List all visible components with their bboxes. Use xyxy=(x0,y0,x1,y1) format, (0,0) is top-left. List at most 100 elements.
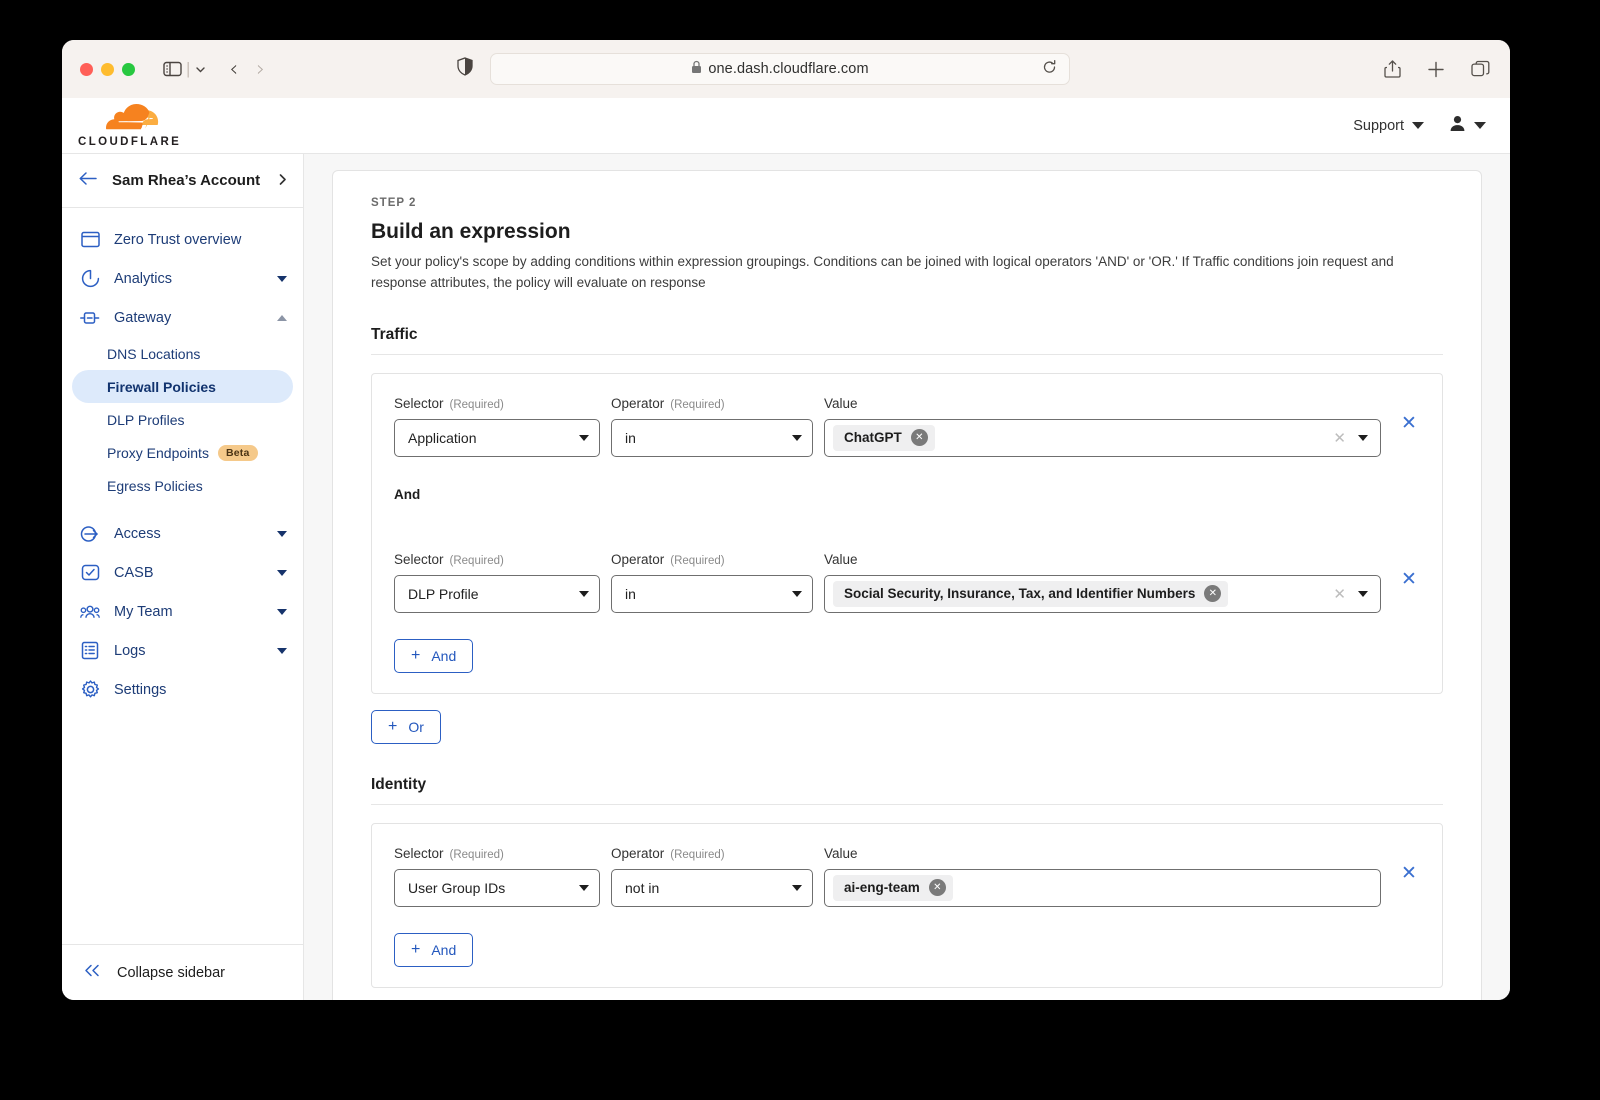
address-bar[interactable]: one.dash.cloudflare.com xyxy=(490,53,1070,85)
sidebar-item-zero-trust-overview[interactable]: Zero Trust overview xyxy=(62,220,303,259)
remove-condition-button[interactable]: ✕ xyxy=(1398,412,1420,440)
arrow-left-icon[interactable] xyxy=(78,171,98,190)
browser-window: | ‹ › one.dash.cloudflare.com CLOUDFLARE… xyxy=(62,40,1510,1000)
close-icon[interactable]: ✕ xyxy=(910,429,928,447)
close-window-button[interactable] xyxy=(80,62,93,76)
sidebar-item-label: Gateway xyxy=(114,309,172,326)
sidebar-item-dns-locations[interactable]: DNS Locations xyxy=(72,337,293,370)
add-and-button[interactable]: + And xyxy=(394,932,474,967)
sidebar-item-settings[interactable]: Settings xyxy=(62,670,303,709)
selector-label-text: Selector xyxy=(394,845,444,861)
sidebar-item-logs[interactable]: Logs xyxy=(62,631,303,670)
chevron-down-icon xyxy=(579,590,589,597)
value-chip-label: ChatGPT xyxy=(844,430,902,446)
maximize-window-button[interactable] xyxy=(122,62,135,76)
shield-icon[interactable] xyxy=(457,57,473,81)
sidebar-item-analytics[interactable]: Analytics xyxy=(62,259,303,298)
operator-dropdown[interactable]: in xyxy=(611,574,813,613)
step-label: STEP 2 xyxy=(371,197,417,209)
casb-icon xyxy=(80,563,100,583)
account-switcher[interactable]: Sam Rhea’s Account xyxy=(62,154,303,208)
section-heading-traffic: Traffic xyxy=(371,326,1443,355)
gateway-icon xyxy=(80,308,100,328)
chevron-down-icon xyxy=(1412,122,1424,129)
sidebar-item-gateway[interactable]: Gateway xyxy=(62,298,303,337)
operator-field-label: Operator (Required) xyxy=(611,396,813,411)
sidebar: Sam Rhea’s Account Zero Trust overview A… xyxy=(62,154,304,1000)
selector-dropdown[interactable]: DLP Profile xyxy=(394,574,600,613)
value-label-text: Value xyxy=(824,845,858,861)
tab-overview-icon[interactable] xyxy=(1471,60,1490,78)
operator-value: in xyxy=(625,429,636,446)
chevron-down-icon[interactable] xyxy=(1358,434,1368,441)
account-menu-button[interactable] xyxy=(1448,114,1486,138)
value-multiselect[interactable]: Social Security, Insurance, Tax, and Ide… xyxy=(824,574,1381,613)
add-or-button[interactable]: + Or xyxy=(371,709,441,744)
add-and-label: And xyxy=(431,941,457,958)
reload-icon[interactable] xyxy=(1042,60,1057,79)
sidebar-item-my-team[interactable]: My Team xyxy=(62,592,303,631)
value-multiselect[interactable]: ai-eng-team ✕ xyxy=(824,868,1381,907)
sidebar-item-egress-policies[interactable]: Egress Policies xyxy=(72,469,293,502)
team-icon xyxy=(80,602,100,622)
sidebar-item-label: CASB xyxy=(114,564,154,581)
add-and-wrapper: + And xyxy=(394,932,1420,967)
value-controls: ✕ xyxy=(1333,585,1372,603)
condition-row: Selector (Required) User Group IDs Opera… xyxy=(394,846,1420,907)
chevron-down-icon[interactable] xyxy=(194,63,207,76)
value-label-text: Value xyxy=(824,551,858,567)
sidebar-item-label: My Team xyxy=(114,603,173,620)
selector-field: Selector (Required) Application xyxy=(394,396,600,457)
operator-dropdown[interactable]: in xyxy=(611,418,813,457)
app-header: CLOUDFLARE Support xyxy=(62,98,1510,154)
chevron-down-icon xyxy=(792,884,802,891)
clear-icon[interactable]: ✕ xyxy=(1333,429,1346,447)
status-badge: Beta xyxy=(217,444,258,461)
selector-value: Application xyxy=(408,429,477,446)
sidebar-item-dlp-profiles[interactable]: DLP Profiles xyxy=(72,403,293,436)
chevron-left-icon[interactable]: ‹ xyxy=(229,57,238,82)
account-name: Sam Rhea’s Account xyxy=(112,172,261,189)
value-chip[interactable]: ai-eng-team ✕ xyxy=(833,874,953,901)
chevron-down-icon[interactable] xyxy=(1358,590,1368,597)
remove-condition-button[interactable]: ✕ xyxy=(1398,862,1420,890)
collapse-sidebar-button[interactable]: Collapse sidebar xyxy=(62,944,303,1000)
close-icon[interactable]: ✕ xyxy=(1204,585,1222,603)
close-icon[interactable]: ✕ xyxy=(928,879,946,897)
remove-condition-button[interactable]: ✕ xyxy=(1398,568,1420,596)
value-field: Value Social Security, Insurance, Tax, a… xyxy=(824,552,1381,613)
selector-dropdown[interactable]: Application xyxy=(394,418,600,457)
value-chip[interactable]: Social Security, Insurance, Tax, and Ide… xyxy=(833,580,1229,607)
selector-value: DLP Profile xyxy=(408,585,479,602)
chevron-down-icon xyxy=(792,434,802,441)
selector-field: Selector (Required) User Group IDs xyxy=(394,846,600,907)
clear-icon[interactable]: ✕ xyxy=(1333,585,1346,603)
chevron-down-icon xyxy=(277,569,287,576)
cloudflare-logo[interactable]: CLOUDFLARE xyxy=(78,103,181,148)
value-chip[interactable]: ChatGPT ✕ xyxy=(833,424,935,451)
chevron-down-icon xyxy=(579,434,589,441)
operator-value: not in xyxy=(625,879,660,896)
selector-dropdown[interactable]: User Group IDs xyxy=(394,868,600,907)
operator-label-text: Operator xyxy=(611,845,665,861)
section-heading-identity: Identity xyxy=(371,776,1443,805)
operator-dropdown[interactable]: not in xyxy=(611,868,813,907)
condition-joiner-and: And xyxy=(394,486,421,502)
minimize-window-button[interactable] xyxy=(101,62,114,76)
sidebar-item-firewall-policies[interactable]: Firewall Policies xyxy=(72,370,293,403)
sidebar-item-access[interactable]: Access xyxy=(62,514,303,553)
plus-icon[interactable] xyxy=(1427,60,1445,78)
chevron-right-icon xyxy=(279,173,287,188)
sidebar-toggle-icon[interactable] xyxy=(163,61,182,77)
share-icon[interactable] xyxy=(1384,60,1401,79)
sidebar-item-casb[interactable]: CASB xyxy=(62,553,303,592)
chevron-right-icon[interactable]: › xyxy=(256,57,265,82)
chevron-up-icon xyxy=(277,314,287,321)
sidebar-item-proxy-endpoints[interactable]: Proxy Endpoints Beta xyxy=(72,436,293,469)
value-multiselect[interactable]: ChatGPT ✕ ✕ xyxy=(824,418,1381,457)
add-and-button[interactable]: + And xyxy=(394,638,474,673)
support-menu-button[interactable]: Support xyxy=(1353,118,1424,134)
window-icon xyxy=(80,230,100,250)
sidebar-item-label: Settings xyxy=(114,681,167,698)
